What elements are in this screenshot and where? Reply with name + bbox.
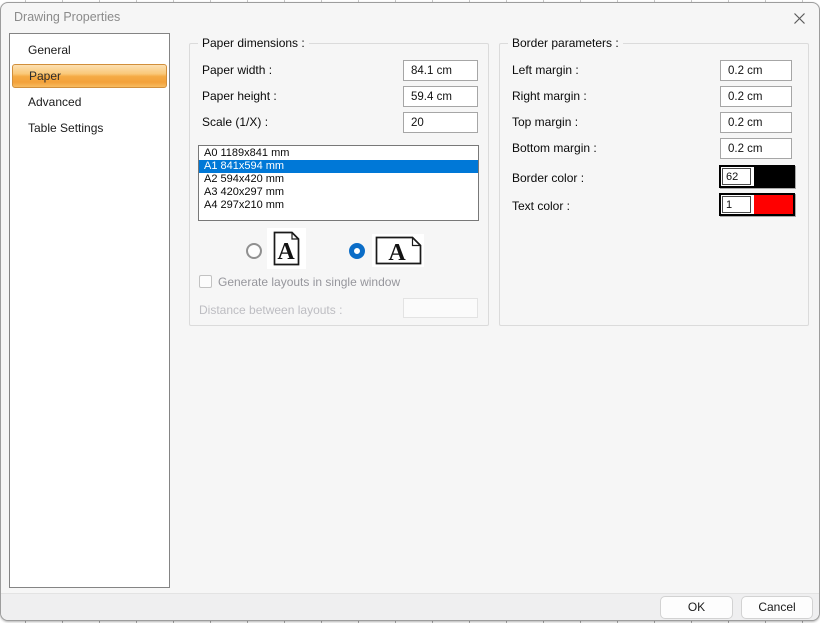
paper-size-option-a1-selected[interactable]: A1 841x594 mm (199, 160, 478, 173)
text-color-label: Text color : (512, 198, 570, 214)
sidebar-item-advanced[interactable]: Advanced (12, 90, 167, 114)
text-color-swatch[interactable] (754, 195, 793, 214)
border-parameters-group: Border parameters : Left margin : Right … (499, 43, 809, 326)
scale-label: Scale (1/X) : (202, 114, 268, 130)
right-margin-input[interactable] (720, 86, 792, 107)
border-color-label: Border color : (512, 170, 584, 186)
border-color-index-input[interactable] (722, 168, 751, 185)
window-title: Drawing Properties (14, 10, 120, 24)
scale-input[interactable] (403, 112, 478, 133)
paper-size-listbox[interactable]: A0 1189x841 mm A1 841x594 mm A2 594x420 … (198, 145, 479, 221)
paper-width-input[interactable] (403, 60, 478, 81)
paper-dimensions-group-label: Paper dimensions : (198, 36, 309, 50)
paper-height-input[interactable] (403, 86, 478, 107)
right-margin-label: Right margin : (512, 88, 587, 104)
bottom-margin-input[interactable] (720, 138, 792, 159)
top-margin-label: Top margin : (512, 114, 578, 130)
paper-width-label: Paper width : (202, 62, 272, 78)
text-color-picker[interactable] (719, 193, 795, 216)
generate-layouts-checkbox[interactable] (199, 275, 212, 288)
generate-layouts-label: Generate layouts in single window (218, 274, 400, 290)
distance-between-layouts-label: Distance between layouts : (199, 302, 342, 318)
portrait-page-icon[interactable]: A (267, 228, 306, 269)
distance-between-layouts-input (403, 298, 478, 318)
orientation-portrait-radio[interactable] (246, 243, 262, 259)
paper-size-option-a2[interactable]: A2 594x420 mm (199, 173, 478, 186)
border-color-swatch[interactable] (754, 167, 793, 186)
left-margin-input[interactable] (720, 60, 792, 81)
border-color-picker[interactable] (719, 165, 795, 188)
orientation-landscape-radio[interactable] (349, 243, 365, 259)
close-icon[interactable] (793, 12, 806, 25)
sidebar-item-general[interactable]: General (12, 38, 167, 62)
ok-button[interactable]: OK (660, 596, 733, 619)
paper-size-option-a4[interactable]: A4 297x210 mm (199, 199, 478, 212)
paper-height-label: Paper height : (202, 88, 277, 104)
top-margin-input[interactable] (720, 112, 792, 133)
drawing-properties-dialog: Drawing Properties General Paper Advance… (0, 2, 820, 621)
border-parameters-group-label: Border parameters : (508, 36, 623, 50)
landscape-page-icon[interactable]: A (372, 234, 424, 267)
paper-dimensions-group: Paper dimensions : Paper width : Paper h… (189, 43, 489, 326)
sidebar-item-table-settings[interactable]: Table Settings (12, 116, 167, 140)
sidebar-item-paper[interactable]: Paper (12, 64, 167, 88)
text-color-index-input[interactable] (722, 196, 751, 213)
bottom-margin-label: Bottom margin : (512, 140, 597, 156)
cancel-button[interactable]: Cancel (741, 596, 813, 619)
paper-size-option-a0[interactable]: A0 1189x841 mm (199, 147, 478, 160)
paper-size-option-a3[interactable]: A3 420x297 mm (199, 186, 478, 199)
svg-text:A: A (277, 239, 295, 265)
svg-text:A: A (388, 240, 406, 265)
title-bar[interactable]: Drawing Properties (1, 3, 819, 31)
sidebar: General Paper Advanced Table Settings (9, 33, 170, 588)
left-margin-label: Left margin : (512, 62, 579, 78)
